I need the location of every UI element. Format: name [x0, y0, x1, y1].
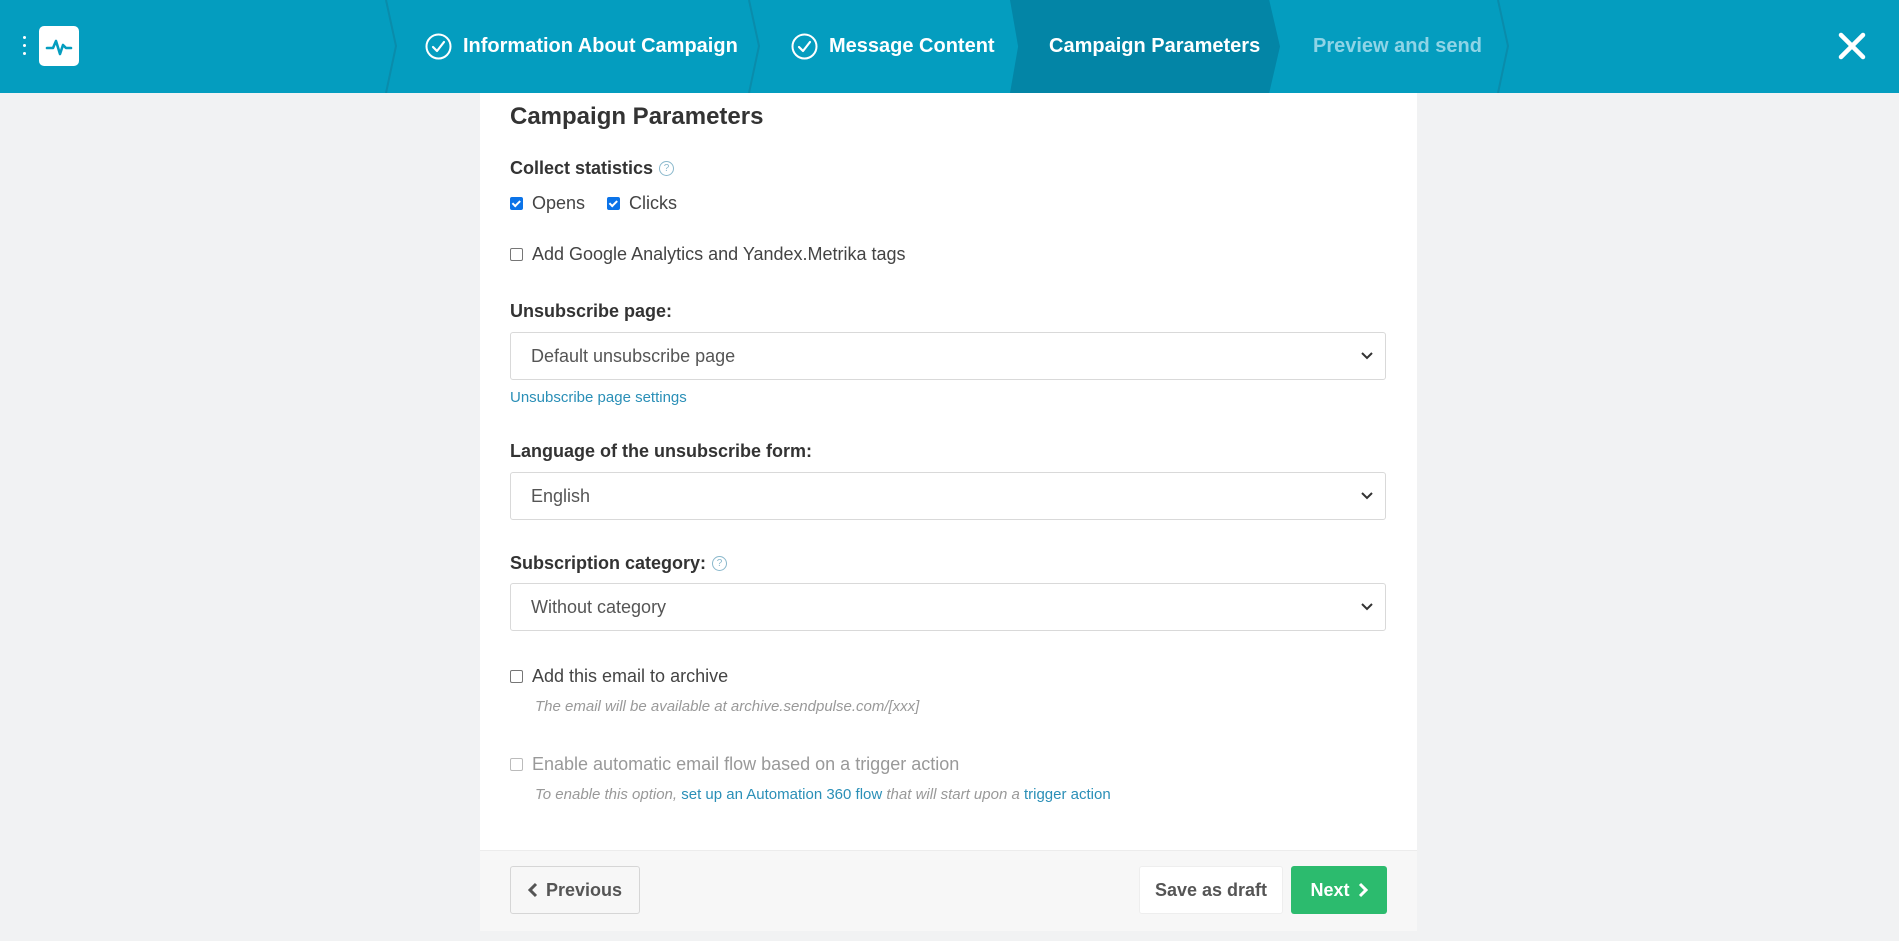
unsubscribe-language-select[interactable]: English: [510, 472, 1386, 520]
chevron-left-icon: [527, 882, 538, 898]
clicks-checkbox-row[interactable]: Clicks: [607, 193, 677, 214]
step-label: Information About Campaign: [463, 35, 738, 57]
label-text: Unsubscribe page:: [510, 301, 673, 321]
label-text: Language of the unsubscribe form:: [510, 441, 813, 461]
archive-hint: The email will be available at archive.s…: [535, 698, 920, 715]
automation-checkbox: [510, 758, 523, 771]
help-icon[interactable]: ?: [712, 556, 728, 571]
hint-text: To enable this option,: [535, 786, 678, 803]
help-icon[interactable]: ?: [659, 161, 675, 176]
check-circle-icon: [791, 33, 818, 60]
step-label: Message Content: [829, 35, 995, 57]
clicks-checkbox[interactable]: [607, 197, 620, 210]
select-value: Without category: [531, 596, 667, 617]
vertical-dots-icon[interactable]: [22, 36, 28, 58]
select-value: English: [531, 485, 591, 506]
unsubscribe-page-label: Unsubscribe page:: [510, 301, 672, 322]
automation-checkbox-row: Enable automatic email flow based on a t…: [510, 754, 959, 775]
step-message-content[interactable]: Message Content: [791, 0, 995, 93]
chevron-down-icon: [1361, 352, 1373, 360]
step-label: Preview and send: [1313, 35, 1482, 57]
step-separator: [1497, 0, 1510, 93]
pulse-logo-icon[interactable]: [39, 26, 79, 66]
automation-hint: To enable this option, set up an Automat…: [535, 786, 1111, 803]
step-label: Campaign Parameters: [1049, 35, 1261, 57]
step-separator: [385, 0, 398, 93]
analytics-tags-checkbox[interactable]: [510, 248, 523, 261]
opens-checkbox[interactable]: [510, 197, 523, 210]
label-text: Collect statistics: [510, 158, 654, 178]
unsubscribe-page-select[interactable]: Default unsubscribe page: [510, 332, 1386, 380]
step-information-about-campaign[interactable]: Information About Campaign: [425, 0, 738, 93]
hint-text: that will start upon a: [886, 786, 1020, 803]
opens-label: Opens: [532, 193, 586, 213]
subscription-category-select[interactable]: Without category: [510, 583, 1386, 631]
button-label: Previous: [545, 879, 623, 900]
archive-checkbox[interactable]: [510, 670, 523, 683]
automation-360-flow-link[interactable]: set up an Automation 360 flow: [681, 786, 882, 803]
unsubscribe-page-settings-link[interactable]: Unsubscribe page settings: [510, 389, 687, 406]
archive-checkbox-row[interactable]: Add this email to archive: [510, 666, 728, 687]
close-icon[interactable]: [1836, 30, 1868, 62]
chevron-down-icon: [1361, 492, 1373, 500]
automation-label: Enable automatic email flow based on a t…: [532, 754, 960, 774]
archive-label: Add this email to archive: [532, 666, 729, 686]
chevron-right-icon: [1358, 882, 1368, 898]
trigger-action-link[interactable]: trigger action: [1024, 786, 1111, 803]
button-label: Next: [1310, 879, 1350, 900]
collect-statistics-label: Collect statistics ?: [510, 158, 675, 179]
step-separator: [748, 0, 761, 93]
chevron-down-icon: [1361, 603, 1373, 611]
opens-checkbox-row[interactable]: Opens: [510, 193, 585, 214]
next-button[interactable]: Next: [1291, 866, 1387, 914]
select-value: Default unsubscribe page: [531, 345, 736, 366]
label-text: Subscription category:: [510, 553, 707, 573]
page-title: Campaign Parameters: [510, 103, 764, 130]
button-label: Save as draft: [1154, 879, 1268, 900]
unsubscribe-language-label: Language of the unsubscribe form:: [510, 441, 812, 462]
top-navigation-bar: Information About Campaign Message Conte…: [0, 0, 1899, 93]
step-campaign-parameters[interactable]: Campaign Parameters: [1049, 0, 1260, 93]
previous-button[interactable]: Previous: [510, 866, 640, 914]
analytics-tags-checkbox-row[interactable]: Add Google Analytics and Yandex.Metrika …: [510, 244, 906, 265]
subscription-category-label: Subscription category: ?: [510, 553, 728, 574]
step-preview-and-send[interactable]: Preview and send: [1313, 0, 1482, 93]
analytics-tags-label: Add Google Analytics and Yandex.Metrika …: [532, 244, 906, 264]
check-circle-icon: [425, 33, 452, 60]
save-as-draft-button[interactable]: Save as draft: [1139, 866, 1283, 914]
clicks-label: Clicks: [629, 193, 677, 213]
